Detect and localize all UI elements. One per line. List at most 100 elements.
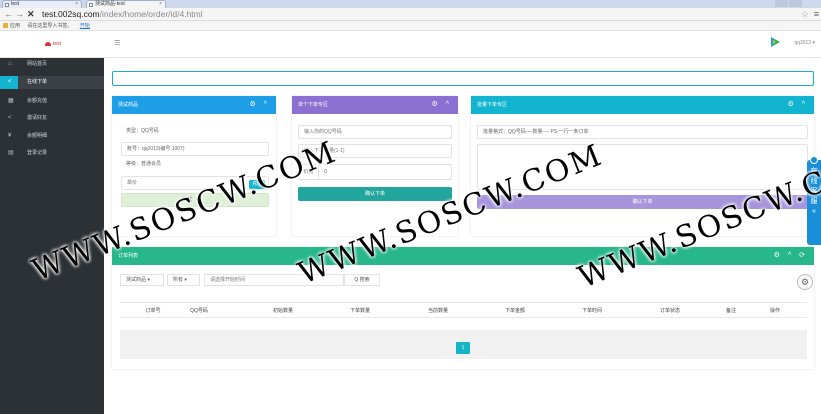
- list-icon: ▤: [8, 150, 14, 156]
- sidebar-item-home[interactable]: ⌂ 网站首页: [0, 58, 104, 71]
- panel-tools-icon[interactable]: ⚙ ^: [787, 96, 808, 114]
- col-initial-qty: 初始数量: [272, 308, 293, 314]
- url-path: /index/home/order/id/4.html: [99, 9, 203, 19]
- bank-icon: ▦: [8, 98, 14, 104]
- url-field[interactable]: test.002sq.com/index/home/order/id/4.htm…: [42, 9, 203, 20]
- close-tab-icon[interactable]: ×: [75, 1, 78, 8]
- address-bar: ← → ✕ test.002sq.com/index/home/order/id…: [0, 8, 821, 21]
- yen-icon: ¥: [8, 133, 12, 139]
- sidebar-item-order[interactable]: < 在线下单: [0, 76, 104, 89]
- panel-header: 订单列表 ⚙ ^ ⟳: [112, 247, 814, 265]
- logo-icon: [45, 41, 51, 46]
- bookmark-star-icon[interactable]: ☆: [801, 9, 809, 20]
- table-header: [120, 302, 807, 318]
- page-icon: [5, 3, 9, 7]
- forward-icon[interactable]: →: [15, 9, 24, 20]
- bookmark-apps[interactable]: 应用: [10, 23, 20, 29]
- browser-tab-1[interactable]: test ×: [2, 0, 82, 8]
- logo-area: test: [0, 31, 104, 58]
- browser-menu-icon[interactable]: ≡: [814, 9, 819, 19]
- product-type: 类型：QQ号码: [121, 125, 269, 139]
- bookmark-start[interactable]: 开始: [80, 23, 90, 29]
- single-order-panel: 单个下单专区 ⚙ ^ 价格 0 确认下单: [292, 96, 458, 236]
- panel-tools-icon[interactable]: ⚙ ^: [249, 96, 270, 114]
- price-field: 单价: [121, 176, 269, 190]
- window-controls: [774, 0, 818, 16]
- level-info: 等级：普通会员: [121, 158, 269, 172]
- col-time: 下单时间: [581, 308, 602, 314]
- logo-text: test: [53, 41, 62, 47]
- url-host: test.002sq.com: [42, 9, 100, 19]
- video-logo-icon: [771, 37, 780, 47]
- back-icon[interactable]: ←: [4, 9, 13, 20]
- notice-bar: [112, 71, 814, 86]
- panel-title: 单个下单专区: [298, 102, 329, 108]
- service-label: 在线客服: [810, 168, 818, 205]
- confirm-order-button[interactable]: 确认下单: [298, 187, 452, 201]
- tab-title: test: [11, 1, 20, 7]
- minimize-button[interactable]: [775, 0, 788, 7]
- panel-title: 订单列表: [118, 253, 139, 259]
- price-value: 0: [324, 169, 328, 175]
- sidebar-item-recharge[interactable]: ▦ 余额充值: [0, 95, 104, 108]
- logo[interactable]: test: [45, 41, 61, 47]
- product-panel: 测试商品 ⚙ ^ 类型：QQ号码 账号：qq2013(编号:1007) 等级：普…: [112, 96, 276, 236]
- user-menu[interactable]: qq2013 ▾: [794, 40, 815, 46]
- col-order-qty: 下单数量: [349, 308, 370, 314]
- price-label: 价格: [299, 165, 319, 179]
- status-filter-select[interactable]: 所有 ▾: [167, 274, 200, 286]
- sidebar-item-invite[interactable]: < 邀请好友: [0, 112, 104, 125]
- sidebar-item-label: 网站首页: [27, 61, 48, 67]
- browser-tab-bar: test × 测试商品-test ×: [0, 0, 821, 16]
- batch-format-hint: 批量格式：QQ号码----数量---- PS:一行一条订单: [477, 125, 808, 139]
- product-filter-select[interactable]: 测试商品 ▾: [120, 274, 164, 286]
- qq-input[interactable]: [298, 125, 452, 139]
- search-button[interactable]: Q 搜索: [344, 274, 380, 286]
- top-header: ≡ qq2013 ▾: [104, 31, 821, 58]
- online-service-tab[interactable]: 在线客服 «: [807, 160, 821, 245]
- panel-header: 单个下单专区 ⚙ ^: [292, 96, 458, 114]
- browser-tab-2[interactable]: 测试商品-test ×: [86, 0, 166, 8]
- home-icon: ⌂: [8, 61, 12, 67]
- service-dot-icon: [810, 156, 818, 164]
- sidebar-item-label: 余额明细: [27, 133, 48, 139]
- maximize-button[interactable]: [789, 0, 802, 7]
- sidebar-item-label: 余额充值: [27, 98, 48, 104]
- account-info: 账号：qq2013(编号:1007): [121, 142, 269, 156]
- col-status: 订单状态: [659, 308, 680, 314]
- panel-header: 批量下单专区 ⚙ ^: [471, 96, 814, 114]
- sidebar-item-label: 在线下单: [27, 79, 48, 85]
- pagination-page[interactable]: 1: [456, 342, 470, 354]
- col-action: 操作: [769, 308, 780, 314]
- menu-toggle-icon[interactable]: ≡: [114, 37, 120, 49]
- col-order-no: 订单号: [145, 308, 161, 314]
- product-desc: 测试: [121, 193, 269, 207]
- share-icon: <: [8, 79, 12, 85]
- sidebar-item-label: 邀请好友: [27, 115, 48, 121]
- price-group: 价格 0: [298, 164, 452, 180]
- tab-title: 测试商品-test: [95, 1, 125, 7]
- panel-tools-icon[interactable]: ⚙ ^: [431, 96, 452, 114]
- stop-icon[interactable]: ✕: [27, 9, 35, 20]
- panel-title: 测试商品: [118, 102, 139, 108]
- col-qq: QQ号码: [190, 308, 208, 314]
- recharge-badge[interactable]: 充值: [249, 180, 265, 189]
- panel-tools-icon[interactable]: ⚙ ^ ⟳: [774, 247, 808, 265]
- batch-textarea[interactable]: [477, 144, 808, 190]
- sidebar-item-balance[interactable]: ¥ 余额明细: [0, 130, 104, 143]
- price-label: 单价: [127, 180, 138, 186]
- col-current-qty: 当前数量: [427, 308, 448, 314]
- bookmark-import[interactable]: 请在这里导入书签。: [27, 23, 72, 29]
- batch-order-panel: 批量下单专区 ⚙ ^ 批量格式：QQ号码----数量---- PS:一行一条订单…: [471, 96, 814, 236]
- close-tab-icon[interactable]: ×: [159, 1, 162, 8]
- start-time-input[interactable]: [204, 274, 344, 286]
- sidebar-item-login-log[interactable]: ▤ 登录记录: [0, 147, 104, 160]
- batch-confirm-button[interactable]: 确认下单: [477, 195, 808, 209]
- col-amount: 下单金额: [504, 308, 525, 314]
- sidebar: ⌂ 网站首页 < 在线下单 ▦ 余额充值 < 邀请好友 ¥ 余额明细 ▤ 登录记…: [0, 58, 104, 414]
- apps-icon: [3, 23, 8, 29]
- collapse-icon: «: [812, 208, 816, 215]
- quantity-input[interactable]: [298, 144, 452, 158]
- panel-header: 测试商品 ⚙ ^: [112, 96, 276, 114]
- settings-float-icon[interactable]: ⚙: [797, 274, 813, 290]
